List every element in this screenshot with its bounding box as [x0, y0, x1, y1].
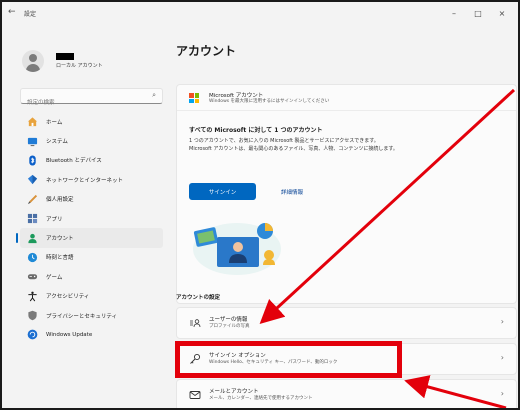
- account-illustration: [193, 223, 281, 275]
- microsoft-account-description: 1 つのアカウントで、お気に入りの Microsoft 製品とサービスにアクセス…: [189, 138, 398, 152]
- sidebar-nav: ホーム システム Bluetooth とデバイス ネットワークとインターネット: [16, 112, 163, 345]
- sidebar-item-system[interactable]: システム: [20, 131, 163, 150]
- sidebar-item-label: Windows Update: [46, 331, 93, 338]
- accounts-icon: [26, 232, 38, 244]
- gaming-icon: [26, 271, 38, 283]
- search-icon: ⌕: [152, 91, 156, 99]
- account-type-label: ローカル アカウント: [56, 63, 103, 69]
- app-title: 設定: [24, 11, 37, 18]
- apps-icon: [26, 213, 38, 225]
- microsoft-account-header[interactable]: Microsoft アカウント Windows を最大限に活用するにはサインイン…: [177, 85, 516, 111]
- sidebar-item-label: アプリ: [46, 216, 63, 223]
- sidebar: ローカル アカウント ⌕ ホーム システム: [2, 28, 168, 408]
- sidebar-item-home[interactable]: ホーム: [20, 112, 163, 131]
- chevron-right-icon: ›: [500, 389, 504, 398]
- details-link[interactable]: 詳細情報: [281, 188, 303, 196]
- user-info-subtitle: プロファイルの写真: [209, 324, 250, 329]
- avatar: [22, 50, 44, 72]
- signin-button[interactable]: サインイン: [189, 183, 256, 200]
- window-controls: – □ ×: [442, 5, 514, 23]
- back-arrow-icon[interactable]: ←: [8, 7, 16, 17]
- sidebar-item-network[interactable]: ネットワークとインターネット: [20, 170, 163, 189]
- personalization-icon: [26, 193, 38, 205]
- microsoft-logo-icon: [189, 93, 199, 103]
- accessibility-icon: [26, 290, 38, 302]
- user-info-icon: [189, 317, 201, 329]
- sidebar-item-gaming[interactable]: ゲーム: [20, 267, 163, 286]
- home-icon: [26, 116, 38, 128]
- sidebar-item-accounts[interactable]: アカウント: [16, 228, 163, 248]
- sidebar-item-accessibility[interactable]: アクセシビリティ: [20, 287, 163, 306]
- user-info-row[interactable]: ユーザーの情報 プロファイルの写真 ›: [176, 307, 517, 339]
- minimize-button[interactable]: –: [442, 5, 466, 23]
- key-icon: [189, 353, 201, 365]
- signin-options-row[interactable]: サインイン オプション Windows Hello、セキュリティ キー、パスワー…: [176, 343, 517, 375]
- page-title: アカウント: [176, 44, 237, 58]
- mail-icon: [189, 389, 201, 401]
- sidebar-item-label: ネットワークとインターネット: [46, 177, 124, 184]
- sidebar-item-apps[interactable]: アプリ: [20, 209, 163, 228]
- sidebar-item-label: 個人用設定: [46, 197, 74, 204]
- sidebar-item-label: 時刻と言語: [46, 255, 74, 262]
- network-icon: [26, 174, 38, 186]
- user-profile: ローカル アカウント: [22, 50, 103, 72]
- selection-indicator: [16, 233, 18, 244]
- signin-options-title: サインイン オプション: [209, 353, 266, 359]
- email-accounts-subtitle: メール、カレンダー、連絡先で使用するアカウント: [209, 396, 313, 401]
- user-info-title: ユーザーの情報: [209, 317, 248, 323]
- microsoft-account-body-title: すべての Microsoft に対して 1 つのアカウント: [189, 127, 323, 134]
- email-accounts-row[interactable]: メールとアカウント メール、カレンダー、連絡先で使用するアカウント ›: [176, 379, 517, 408]
- windows-update-icon: [26, 329, 38, 341]
- system-icon: [26, 135, 38, 147]
- maximize-button[interactable]: □: [466, 5, 490, 23]
- sidebar-item-label: Bluetooth とデバイス: [46, 158, 102, 165]
- chevron-right-icon: ›: [500, 353, 504, 362]
- close-button[interactable]: ×: [490, 5, 514, 23]
- sidebar-item-label: プライバシーとセキュリティ: [46, 313, 118, 320]
- sidebar-item-time-language[interactable]: 時刻と言語: [20, 248, 163, 267]
- search-input[interactable]: [21, 96, 141, 110]
- search-box[interactable]: ⌕: [20, 88, 163, 110]
- sidebar-item-label: システム: [46, 139, 68, 146]
- settings-window: ← 設定 – □ × ローカル アカウント ⌕: [0, 0, 520, 410]
- sidebar-item-label: ホーム: [46, 119, 63, 126]
- microsoft-account-card: Microsoft アカウント Windows を最大限に活用するにはサインイン…: [176, 84, 517, 304]
- bluetooth-icon: [26, 154, 38, 166]
- sidebar-item-label: アクセシビリティ: [46, 294, 90, 301]
- sidebar-item-privacy[interactable]: プライバシーとセキュリティ: [20, 306, 163, 325]
- sidebar-item-windows-update[interactable]: Windows Update: [20, 325, 163, 344]
- microsoft-account-subtitle: Windows を最大限に活用するにはサインインしてください: [209, 99, 330, 104]
- time-language-icon: [26, 251, 38, 263]
- email-accounts-title: メールとアカウント: [209, 389, 259, 395]
- account-settings-heading: アカウントの設定: [176, 295, 221, 301]
- main-content: アカウント Microsoft アカウント Windows を最大限に活用するに…: [168, 28, 518, 408]
- sidebar-item-personalization[interactable]: 個人用設定: [20, 190, 163, 209]
- sidebar-item-label: ゲーム: [46, 274, 63, 281]
- title-bar: ← 設定 – □ ×: [2, 2, 518, 28]
- privacy-icon: [26, 310, 38, 322]
- sidebar-item-label: アカウント: [46, 236, 74, 243]
- sidebar-item-bluetooth[interactable]: Bluetooth とデバイス: [20, 151, 163, 170]
- redacted-user-name: [56, 53, 74, 60]
- chevron-right-icon: ›: [500, 317, 504, 326]
- signin-options-subtitle: Windows Hello、セキュリティ キー、パスワード、動的ロック: [209, 360, 338, 365]
